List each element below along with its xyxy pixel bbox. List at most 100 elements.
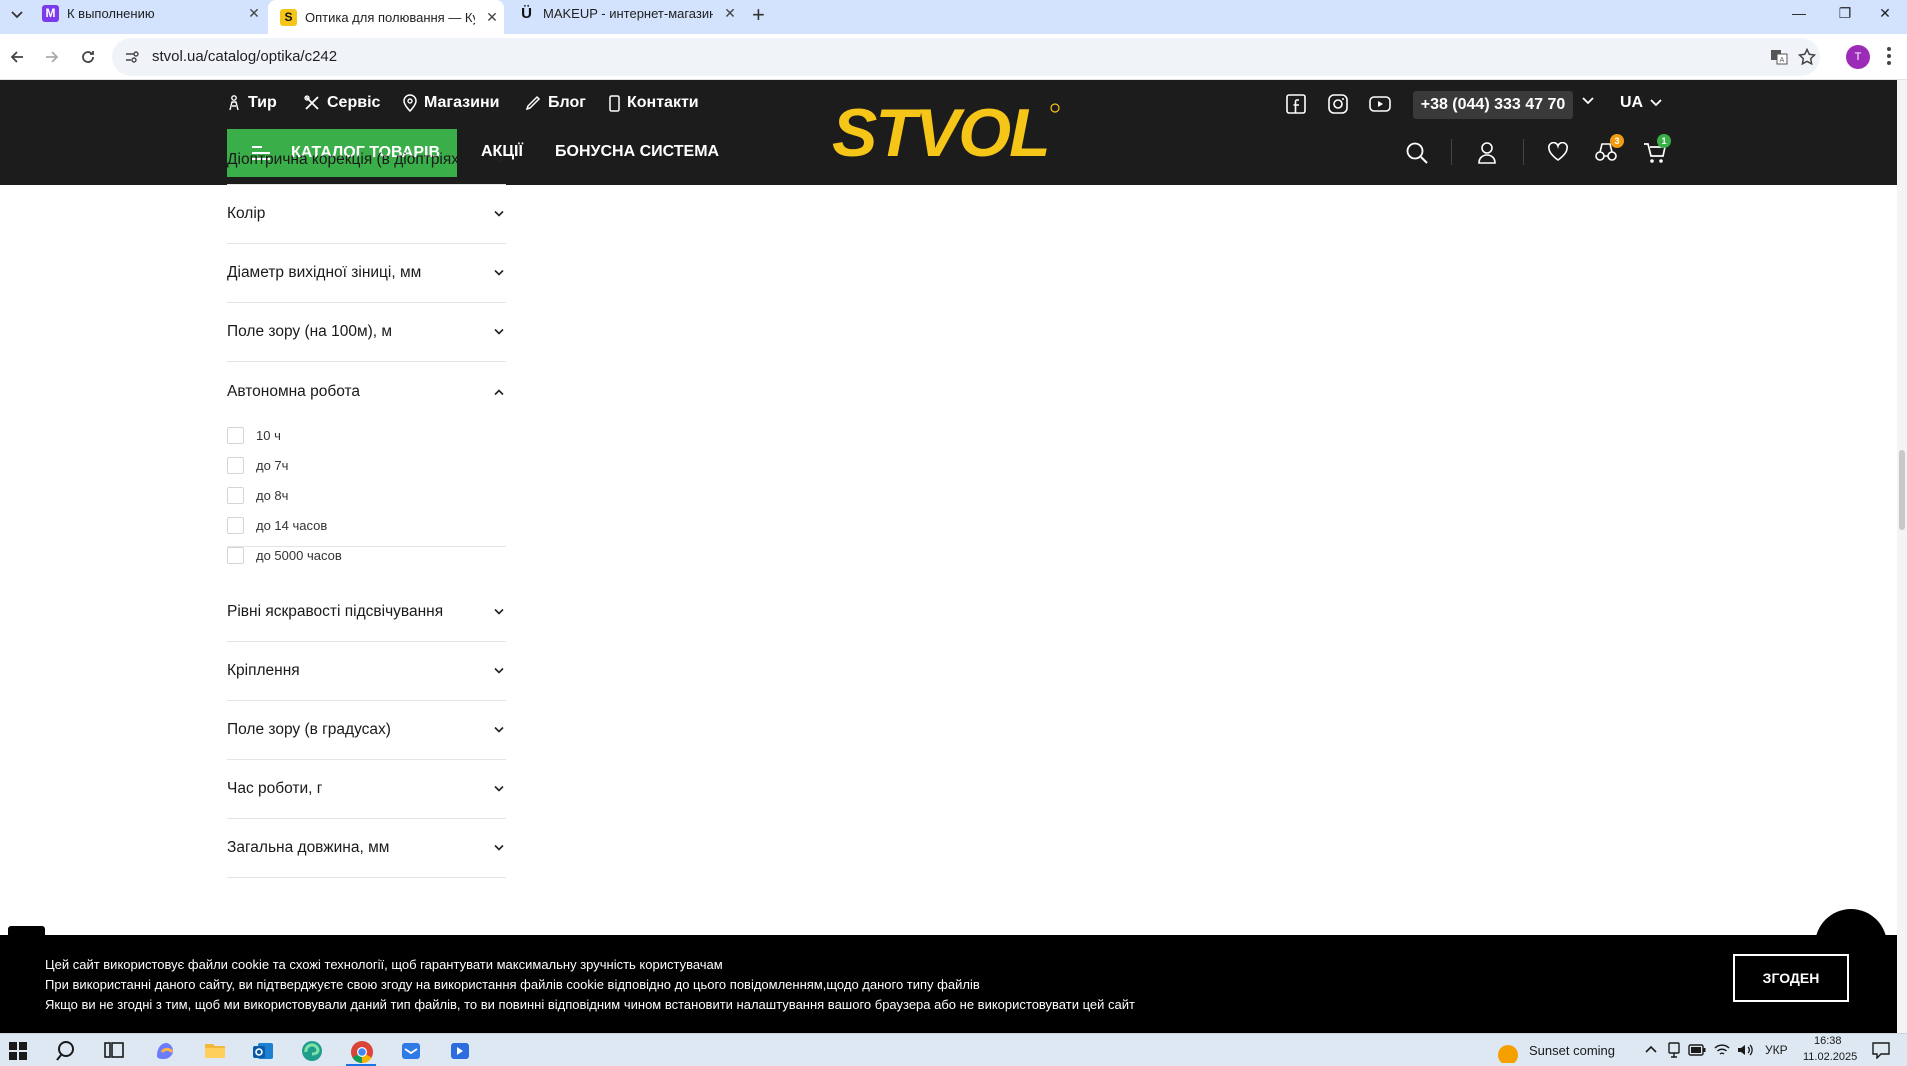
filter-option[interactable]: до 5000 часов (227, 546, 342, 564)
checkbox[interactable] (227, 456, 244, 474)
checkbox[interactable] (227, 486, 244, 504)
top-link-tir[interactable]: Тир (227, 93, 277, 113)
close-window-button[interactable]: ✕ (1862, 0, 1907, 26)
top-link-contacts[interactable]: Контакти (609, 93, 699, 113)
chevron-down-icon[interactable] (1582, 97, 1594, 105)
minimize-button[interactable]: — (1776, 0, 1822, 26)
address-bar[interactable]: stvol.ua/catalog/optika/c242 A (112, 38, 1820, 76)
wifi-icon[interactable] (1714, 1043, 1730, 1057)
top-link-stores[interactable]: Магазини (403, 93, 499, 113)
filter-option[interactable]: до 14 часов (227, 516, 327, 534)
keyboard-language[interactable]: УКР (1765, 1043, 1788, 1057)
top-link-service[interactable]: Сервіс (304, 93, 380, 113)
cookie-message: Цей сайт використовує файли cookie та сх… (45, 955, 1135, 1015)
tab-close-icon[interactable]: ✕ (721, 5, 739, 22)
windows-start-icon[interactable] (9, 1042, 27, 1060)
filter-brightness-levels[interactable]: Рівні яскравості підсвічування (227, 583, 506, 642)
browser-tab-1[interactable]: S Оптика для полювання — Куп ✕ (268, 0, 504, 34)
checkbox[interactable] (227, 426, 244, 444)
more-menu-icon[interactable] (1886, 46, 1892, 66)
edge-icon[interactable] (301, 1040, 323, 1062)
page-scrollbar[interactable] (1897, 80, 1907, 1035)
chevron-down-icon[interactable] (1650, 99, 1662, 107)
cookie-line: Цей сайт використовує файли cookie та сх… (45, 957, 723, 972)
instagram-icon[interactable] (1328, 94, 1348, 114)
cookie-agree-button[interactable]: ЗГОДЕН (1733, 954, 1849, 1002)
battery-icon[interactable] (1688, 1044, 1706, 1056)
compare-count-badge: 3 (1610, 134, 1624, 148)
back-button[interactable] (5, 45, 29, 69)
clock-time[interactable]: 16:38 (1814, 1035, 1842, 1047)
filter-operating-time[interactable]: Час роботи, г (227, 760, 506, 819)
filter-field-of-view-100m[interactable]: Поле зору (на 100м), м (227, 303, 506, 362)
chevron-down-icon (494, 608, 504, 615)
weather-sunset-icon[interactable] (1495, 1039, 1521, 1063)
filter-option[interactable]: до 7ч (227, 456, 288, 474)
phone-icon (609, 94, 620, 112)
filter-diopter[interactable]: Діоптрична корекція (в діоптріях) (227, 145, 506, 185)
top-link-label: Контакти (627, 94, 699, 111)
tab-favicon-icon: S (280, 8, 297, 26)
tab-close-icon[interactable]: ✕ (483, 9, 501, 26)
chevron-up-icon[interactable] (494, 389, 504, 396)
tab-close-icon[interactable]: ✕ (245, 5, 263, 22)
notification-icon[interactable] (1872, 1042, 1890, 1059)
chevron-down-icon (494, 785, 504, 792)
language-switcher[interactable]: UA (1620, 94, 1643, 112)
heart-icon[interactable] (1547, 142, 1569, 162)
browser-toolbar: stvol.ua/catalog/optika/c242 A T (0, 34, 1907, 80)
filter-exit-pupil[interactable]: Діаметр вихідної зіниці, мм (227, 244, 506, 303)
device-icon[interactable] (1667, 1042, 1681, 1058)
outlook-icon[interactable] (252, 1040, 274, 1062)
chevron-down-icon (11, 11, 23, 19)
weather-text[interactable]: Sunset coming (1529, 1043, 1615, 1058)
filter-label: Рівні яскравості підсвічування (227, 603, 444, 620)
filter-autonomy: Автономна робота 10 ч до 7ч до 8ч до 14 … (227, 362, 506, 564)
filter-option[interactable]: до 8ч (227, 486, 288, 504)
phone-number[interactable]: +38 (044) 333 47 70 (1413, 91, 1573, 119)
reload-button[interactable] (76, 45, 100, 69)
filter-option[interactable]: 10 ч (227, 426, 281, 444)
scrollbar-thumb[interactable] (1899, 450, 1905, 530)
task-view-icon[interactable] (104, 1040, 124, 1060)
chrome-icon[interactable] (350, 1040, 374, 1064)
filter-label[interactable]: Автономна робота (227, 383, 360, 401)
top-link-blog[interactable]: Блог (525, 93, 586, 113)
filter-total-length[interactable]: Загальна довжина, мм (227, 819, 506, 878)
browser-tab-0[interactable]: M К выполнению ✕ (30, 0, 265, 26)
file-explorer-icon[interactable] (204, 1040, 226, 1060)
chevron-up-icon[interactable] (1645, 1045, 1657, 1053)
browser-tab-2[interactable]: Ü MAKEUP - интернет-магазин к ✕ (506, 0, 741, 26)
arrow-right-icon (46, 51, 59, 63)
chevron-down-icon (494, 328, 504, 335)
new-tab-button[interactable]: + (752, 2, 765, 28)
facebook-icon[interactable] (1286, 94, 1306, 114)
youtube-icon[interactable] (1369, 96, 1391, 112)
checkbox[interactable] (227, 546, 244, 564)
option-label: до 7ч (256, 457, 289, 473)
forward-button[interactable] (40, 45, 64, 69)
checkbox[interactable] (227, 516, 244, 534)
filter-field-of-view-degrees[interactable]: Поле зору (в градусах) (227, 701, 506, 760)
map-pin-icon (403, 94, 417, 112)
mail-app-icon[interactable] (400, 1040, 422, 1062)
tab-search-button[interactable] (6, 4, 28, 26)
user-icon[interactable] (1477, 142, 1497, 164)
cookie-line: При використанні даного сайту, ви підтве… (45, 977, 980, 992)
chevron-down-icon (494, 726, 504, 733)
filter-color[interactable]: Колір (227, 185, 506, 244)
clock-date[interactable]: 11.02.2025 (1803, 1051, 1857, 1063)
search-icon[interactable] (1406, 142, 1428, 164)
search-icon[interactable] (56, 1040, 78, 1062)
stvol-logo[interactable]: STVOL (830, 100, 1066, 162)
remote-app-icon[interactable] (449, 1040, 471, 1062)
profile-avatar[interactable]: T (1846, 45, 1870, 69)
chevron-down-icon (494, 210, 504, 217)
volume-icon[interactable] (1737, 1043, 1755, 1057)
copilot-icon[interactable] (154, 1040, 176, 1062)
nav-link-bonus[interactable]: БОНУСНА СИСТЕМА (555, 143, 719, 161)
option-label: до 5000 часов (256, 547, 342, 563)
filter-mount[interactable]: Кріплення (227, 642, 506, 701)
arrow-left-icon (10, 51, 23, 63)
cookie-line: Якщо ви не згодні з тим, щоб ми використ… (45, 997, 1135, 1012)
